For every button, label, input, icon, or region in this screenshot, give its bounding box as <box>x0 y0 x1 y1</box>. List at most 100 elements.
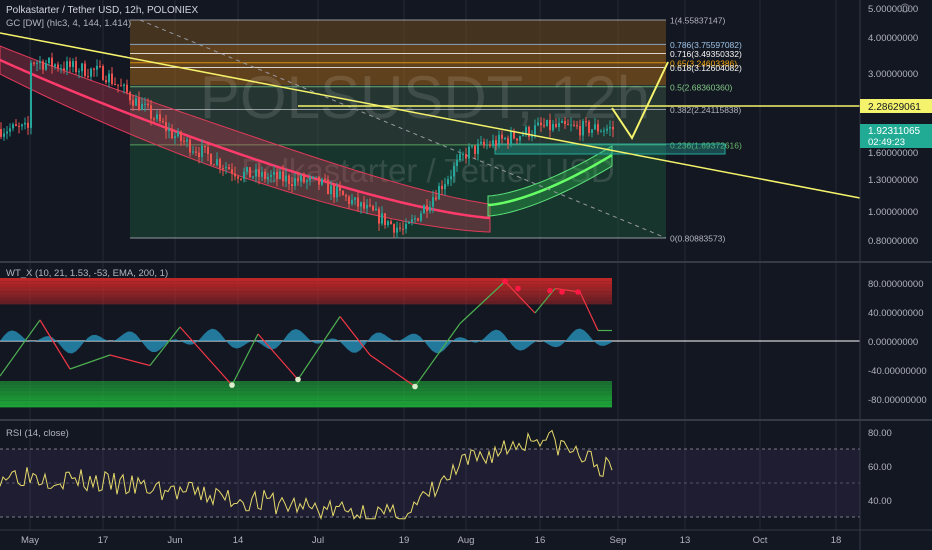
wt-sell-dot <box>515 285 521 292</box>
time-tick: Aug <box>458 535 475 546</box>
candle-body <box>555 124 557 127</box>
candle-body <box>327 179 329 195</box>
target-price-label: 2.28629061 <box>868 102 921 113</box>
time-tick: 16 <box>535 535 546 546</box>
candle-body <box>570 124 572 126</box>
candle-body <box>258 169 260 177</box>
candle-body <box>459 154 461 161</box>
candle-body <box>138 98 140 111</box>
gc-indicator-title: GC [DW] (hlc3, 4, 144, 1.414) <box>6 18 131 29</box>
candle-body <box>243 171 245 179</box>
candle-body <box>420 213 422 221</box>
candle-body <box>522 134 524 137</box>
candle-body <box>606 128 608 131</box>
candle-body <box>54 64 56 67</box>
candle-body <box>291 183 293 186</box>
candle-body <box>126 84 128 93</box>
candle-body <box>480 141 482 144</box>
candle-body <box>312 176 314 178</box>
wt-oversold-band <box>0 404 612 408</box>
candle-body <box>393 224 395 233</box>
candle-body <box>438 185 440 200</box>
wt-sell-dot <box>547 287 553 294</box>
candle-body <box>171 128 173 139</box>
candle-body <box>195 151 197 153</box>
candle-body <box>351 199 353 204</box>
candle-body <box>114 83 116 85</box>
wt-buy-dot <box>295 376 301 383</box>
rsi-tick: 80.00 <box>868 428 892 439</box>
candle-body <box>174 136 176 139</box>
candle-body <box>360 202 362 207</box>
candle-body <box>381 213 383 224</box>
candle-body <box>411 219 413 223</box>
candle-body <box>543 125 545 127</box>
wt-tick: 80.00000000 <box>868 279 923 290</box>
candle-body <box>9 128 11 132</box>
candle-body <box>15 124 17 126</box>
candle-body <box>369 204 371 206</box>
demand-zone-box <box>494 143 726 155</box>
rsi-tick: 60.00 <box>868 462 892 473</box>
candle-body <box>399 227 401 229</box>
candle-body <box>336 186 338 198</box>
candle-body <box>609 126 611 129</box>
candle-body <box>222 168 224 170</box>
candle-body <box>75 61 77 72</box>
candle-body <box>513 131 515 139</box>
candle-body <box>453 166 455 177</box>
candle-body <box>423 205 425 214</box>
candle-body <box>339 186 341 191</box>
wt-tick: -80.00000000 <box>868 395 927 406</box>
candle-body <box>441 185 443 190</box>
candle-body <box>141 103 143 111</box>
candle-body <box>108 73 110 83</box>
trading-chart[interactable]: 1(4.55837147)0.786(3.75597082)0.716(3.49… <box>0 0 932 550</box>
candle-body <box>219 159 221 169</box>
candle-body <box>468 146 470 159</box>
candle-body <box>600 131 602 133</box>
candle-body <box>279 171 281 179</box>
candle-body <box>471 145 473 147</box>
candle-body <box>498 134 500 146</box>
candle-body <box>435 197 437 200</box>
time-tick: 13 <box>680 535 691 546</box>
candle-body <box>189 139 191 153</box>
candle-body <box>12 124 14 129</box>
candle-body <box>198 152 200 157</box>
candle-body <box>477 143 479 154</box>
time-tick: 19 <box>399 535 410 546</box>
wt-indicator-title: WT_X (10, 21, 1.53, -53, EMA, 200, 1) <box>6 268 168 279</box>
candle-body <box>168 128 170 132</box>
candle-body <box>213 164 215 166</box>
candle-body <box>333 185 335 198</box>
candle-body <box>519 136 521 141</box>
candle-body <box>306 180 308 183</box>
candle-body <box>582 121 584 136</box>
candle-body <box>264 171 266 179</box>
candle-body <box>594 124 596 130</box>
candle-body <box>429 206 431 212</box>
candle-body <box>6 131 8 134</box>
candle-body <box>255 169 257 177</box>
candle-body <box>318 176 320 185</box>
candle-body <box>180 131 182 141</box>
candle-body <box>345 195 347 197</box>
wt-oversold-band <box>0 390 612 395</box>
candle-body <box>342 190 344 196</box>
candle-body <box>66 61 68 71</box>
candle-body <box>387 221 389 226</box>
candle-body <box>45 63 47 70</box>
candle-body <box>84 63 86 77</box>
candle-body <box>150 105 152 119</box>
candle-body <box>144 103 146 105</box>
candle-body <box>123 84 125 86</box>
candle-body <box>348 196 350 204</box>
wt-tick: 0.00000000 <box>868 337 918 348</box>
candle-body <box>483 141 485 146</box>
candle-body <box>201 145 203 157</box>
candle-body <box>396 227 398 233</box>
candle-body <box>432 197 434 207</box>
candle-body <box>132 100 134 106</box>
candle-body <box>444 184 446 190</box>
